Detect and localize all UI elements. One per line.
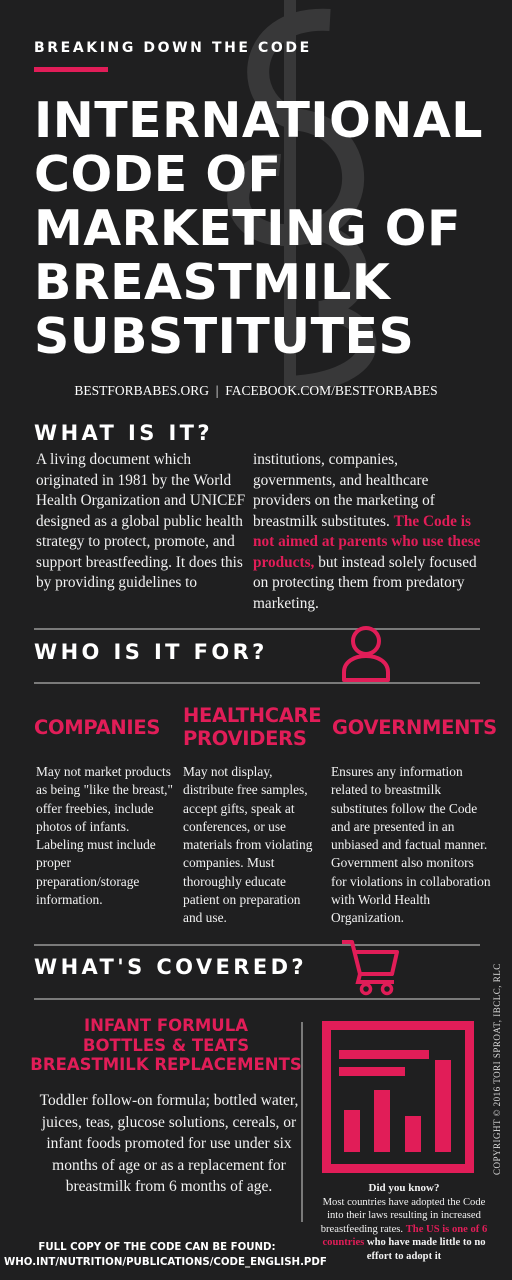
title-line: CODE OF xyxy=(34,146,282,203)
divider xyxy=(34,682,480,684)
governments-heading: GOVERNMENTS xyxy=(332,716,497,739)
covered-item: INFANT FORMULA xyxy=(83,1016,248,1035)
code-pdf-link[interactable]: WHO.INT/NUTRITION/PUBLICATIONS/CODE_ENGL… xyxy=(4,1255,327,1270)
divider xyxy=(34,998,480,1000)
what-is-it-right-text: institutions, companies, governments, an… xyxy=(253,450,481,614)
what-is-it-left-text: A living document which originated in 19… xyxy=(36,451,246,591)
companies-text: May not market products as being "like t… xyxy=(36,764,173,908)
person-icon xyxy=(342,626,390,682)
site-links[interactable]: BESTFORBABES.ORG | FACEBOOK.COM/BESTFORB… xyxy=(0,383,512,399)
title-line: MARKETING OF xyxy=(34,200,461,257)
whats-covered-heading: WHAT'S COVERED? xyxy=(34,955,307,979)
copyright: COPYRIGHT © 2016 TORI SPROAT, IBCLC, RLC xyxy=(492,963,502,1175)
divider xyxy=(34,628,480,630)
healthcare-providers-text: May not display, distribute free samples… xyxy=(183,764,313,926)
did-you-know-title: Did you know? xyxy=(368,1182,440,1194)
kicker-underline xyxy=(34,67,108,72)
covered-item: BOTTLES & TEATS xyxy=(82,1035,250,1055)
governments-text: Ensures any information related to breas… xyxy=(331,764,491,926)
page-title: INTERNATIONAL CODE OF MARKETING OF BREAS… xyxy=(34,94,504,364)
title-line: SUBSTITUTES xyxy=(34,308,415,365)
footer-line: FULL COPY OF THE CODE CAN BE FOUND: xyxy=(38,1242,276,1253)
healthcare-providers-heading: HEALTHCARE PROVIDERS xyxy=(183,704,322,750)
footer: FULL COPY OF THE CODE CAN BE FOUND: WHO.… xyxy=(4,1240,327,1270)
covered-item: BREASTMILK REPLACEMENTS xyxy=(30,1055,302,1074)
companies-heading: COMPANIES xyxy=(34,716,161,739)
divider xyxy=(34,944,480,946)
did-you-know-text-end: who have made little to no effort to ado… xyxy=(366,1237,486,1262)
who-is-it-for-heading: WHO IS IT FOR? xyxy=(34,640,268,664)
title-line: BREASTMILK xyxy=(34,254,391,311)
covered-items: INFANT FORMULA BOTTLES & TEATS BREASTMIL… xyxy=(30,1016,302,1075)
bar-chart-icon xyxy=(322,1021,474,1173)
title-line: INTERNATIONAL xyxy=(34,92,483,149)
kicker: BREAKING DOWN THE CODE xyxy=(34,40,312,56)
vertical-divider xyxy=(301,1022,303,1222)
covered-text: Toddler follow-on formula; bottled water… xyxy=(39,1092,299,1196)
shopping-cart-icon xyxy=(342,940,399,996)
did-you-know: Did you know? Most countries have adopte… xyxy=(318,1182,490,1264)
what-is-it-heading: WHAT IS IT? xyxy=(34,421,213,445)
